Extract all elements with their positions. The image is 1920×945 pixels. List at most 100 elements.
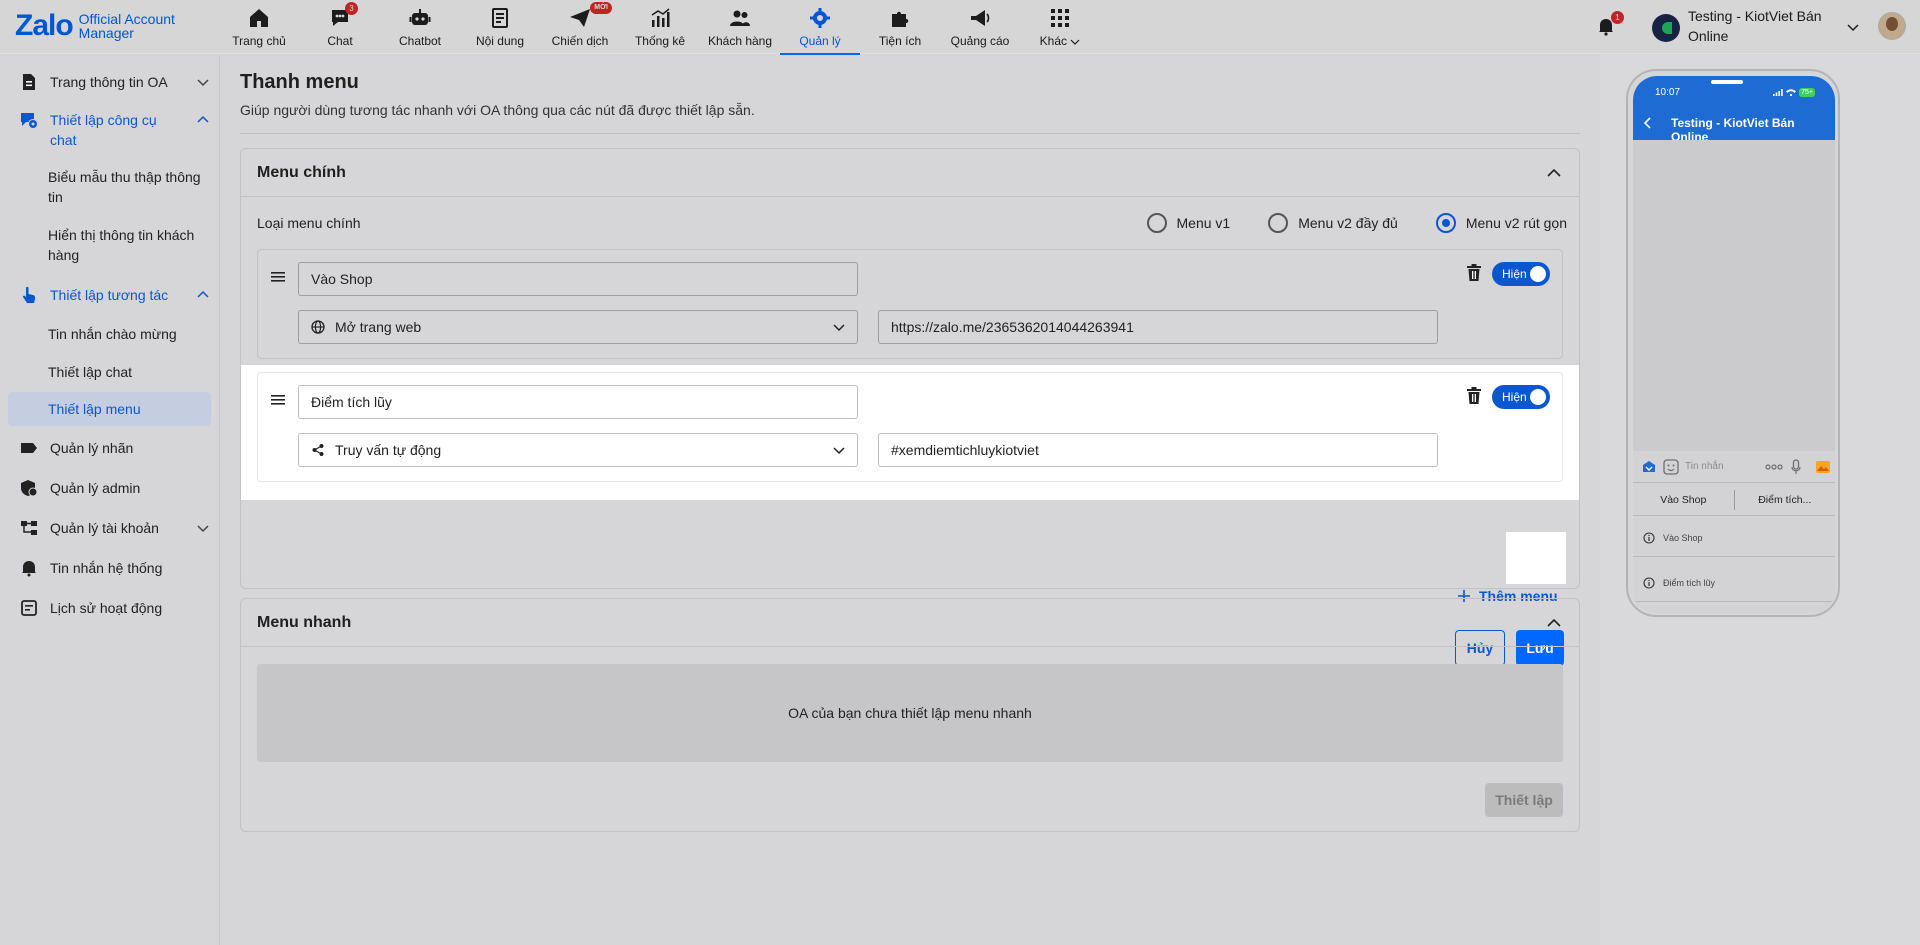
phone-compose-bar: Tin nhắn: [1633, 451, 1835, 483]
menu-name-input[interactable]: Vào Shop: [298, 262, 858, 296]
zalo-oa-logo[interactable]: Zalo Official Account Manager: [15, 9, 175, 43]
chevron-up-icon[interactable]: [1545, 614, 1563, 632]
setup-quick-menu-button[interactable]: Thiết lập: [1485, 783, 1563, 817]
share-nodes-icon: [311, 443, 325, 457]
document-icon: [20, 73, 38, 91]
nav-utilities[interactable]: Tiện ích: [860, 4, 940, 52]
visibility-toggle[interactable]: Hiện: [1492, 262, 1550, 286]
quick-menu-header[interactable]: Menu nhanh: [241, 599, 1579, 647]
sidebar-item-label: Quản lý nhãn: [50, 440, 134, 456]
phone-menu-list-label: Vào Shop: [1663, 532, 1703, 543]
history-icon: [20, 599, 38, 617]
sidebar-item-system-messages[interactable]: Tin nhắn hệ thống: [20, 558, 210, 578]
nav-management[interactable]: Quản lý: [780, 4, 860, 55]
trash-icon[interactable]: [1466, 387, 1482, 405]
radio-circle: [1435, 213, 1456, 233]
trash-icon[interactable]: [1466, 264, 1482, 282]
main-menu-title: Menu chính: [257, 163, 346, 181]
menu-action-select[interactable]: Truy vấn tự động: [298, 433, 858, 467]
chevron-down-icon: [831, 442, 847, 458]
nav-chat[interactable]: 3 Chat: [300, 2, 380, 52]
sidebar-item-oa-info[interactable]: Trang thông tin OA: [20, 72, 210, 92]
sidebar-item-chat-tools[interactable]: Thiết lập công cụ chat: [20, 110, 210, 150]
drag-handle-icon[interactable]: [270, 270, 286, 284]
nav-more[interactable]: Khác: [1020, 4, 1100, 52]
chevron-up-icon[interactable]: [1545, 164, 1563, 182]
sidebar-item-label: Lịch sử hoạt động: [50, 600, 163, 616]
menu-action-select[interactable]: Mở trang web: [298, 310, 858, 344]
menu-action-value: Mở trang web: [335, 319, 422, 335]
chat-unread-badge: 3: [345, 2, 358, 15]
radio-menu-v2-full[interactable]: Menu v2 đầy đủ: [1268, 213, 1398, 233]
sidebar-item-info-form[interactable]: Biểu mẫu thu thập thông tin: [48, 167, 208, 207]
sidebar-item-label: Tin nhắn hệ thống: [50, 560, 163, 576]
sidebar-item-interaction[interactable]: Thiết lập tương tác: [20, 285, 210, 305]
radio-label: Menu v2 đầy đủ: [1298, 215, 1398, 231]
logo-wordmark: Zalo: [15, 9, 74, 42]
sidebar-item-admins[interactable]: Quản lý admin: [20, 478, 210, 498]
nav-statistics-label: Thống kê: [634, 34, 686, 48]
grid-icon: [1048, 6, 1072, 30]
hand-pointer-icon: [20, 286, 38, 304]
sidebar-item-label: Thiết lập công cụ chat: [50, 112, 157, 148]
notification-bell-icon[interactable]: 1: [1596, 11, 1624, 36]
sidebar-item-menu-settings[interactable]: Thiết lập menu: [8, 392, 211, 426]
radio-menu-v2-compact[interactable]: Menu v2 rút gọn: [1435, 213, 1567, 233]
sidebar-item-activity-log[interactable]: Lịch sử hoạt động: [20, 598, 210, 618]
sidebar-item-label: Trang thông tin OA: [50, 74, 168, 90]
more-options-icon: [1765, 463, 1783, 471]
drag-handle-icon[interactable]: [270, 393, 286, 407]
quick-menu-empty-state: OA của bạn chưa thiết lập menu nhanh: [257, 664, 1563, 762]
menu-query-input[interactable]: #xemdiemtichluykiotviet: [878, 433, 1438, 467]
sidebar-item-labels[interactable]: Quản lý nhãn: [20, 438, 210, 458]
main-menu-header[interactable]: Menu chính: [241, 149, 1579, 197]
chevron-up-icon: [196, 113, 210, 127]
nav-content[interactable]: Nội dung: [460, 4, 540, 52]
megaphone-icon: [968, 6, 992, 30]
nav-campaign[interactable]: MỚI Chiến dịch: [540, 2, 620, 52]
chevron-down-icon: [831, 319, 847, 335]
info-icon: [1643, 576, 1655, 589]
nav-ads[interactable]: Quảng cáo: [940, 4, 1020, 52]
robot-icon: [408, 6, 432, 30]
phone-notch: [1711, 80, 1743, 84]
chat-settings-icon: [20, 111, 38, 129]
menu-url-input[interactable]: https://zalo.me/2365362014044263941: [878, 310, 1438, 344]
nav-utilities-label: Tiện ích: [878, 34, 922, 48]
sidebar-item-chat-settings[interactable]: Thiết lập chat: [48, 362, 208, 382]
phone-menu-list-item: Vào Shop: [1633, 519, 1835, 557]
nav-chatbot[interactable]: Chatbot: [380, 4, 460, 52]
shield-user-icon: [20, 479, 38, 497]
nav-chatbot-label: Chatbot: [398, 34, 442, 48]
nav-statistics[interactable]: Thống kê: [620, 4, 700, 52]
main-menu-card: Menu chính Loại menu chính Menu v1 Menu …: [240, 148, 1580, 666]
status-time: 10:07: [1655, 87, 1681, 98]
sidebar-item-customer-info[interactable]: Hiển thị thông tin khách hàng: [48, 225, 208, 265]
account-switcher[interactable]: Testing - KiotViet Bán Online: [1652, 6, 1860, 46]
nav-content-label: Nội dung: [475, 34, 525, 48]
sidebar-item-label: Thiết lập tương tác: [50, 287, 169, 303]
phone-quick-menu-bar: Vào Shop Điểm tích...: [1633, 484, 1835, 516]
menu-name-input[interactable]: Điểm tích lũy: [298, 385, 858, 419]
users-icon: [728, 6, 752, 30]
new-badge: MỚI: [590, 2, 612, 14]
oa-avatar: [1652, 14, 1680, 42]
chevron-down-icon: [1846, 20, 1860, 34]
sidebar-item-welcome-message[interactable]: Tin nhắn chào mừng: [48, 324, 208, 344]
visibility-toggle[interactable]: Hiện: [1492, 385, 1550, 409]
menu-item-row: Điểm tích lũy Truy vấn tự động #xemdiemt…: [257, 372, 1563, 482]
radio-menu-v1[interactable]: Menu v1: [1146, 213, 1231, 233]
nav-customers[interactable]: Khách hàng: [700, 4, 780, 52]
phone-chat-area: [1633, 140, 1835, 451]
quick-menu-card: Menu nhanh OA của bạn chưa thiết lập men…: [240, 598, 1580, 832]
nav-home[interactable]: Trang chủ: [219, 4, 299, 52]
user-avatar[interactable]: [1878, 12, 1906, 40]
sidebar-item-accounts[interactable]: Quản lý tài khoản: [20, 518, 210, 538]
nav-more-label: Khác: [1039, 34, 1067, 48]
chevron-down-icon: [1070, 37, 1080, 47]
notification-badge: 1: [1611, 11, 1624, 24]
radio-label: Menu v1: [1176, 215, 1231, 231]
nav-customers-label: Khách hàng: [707, 34, 773, 48]
phone-quick-button: Điểm tích...: [1758, 493, 1812, 506]
wifi-icon: [1786, 89, 1797, 96]
